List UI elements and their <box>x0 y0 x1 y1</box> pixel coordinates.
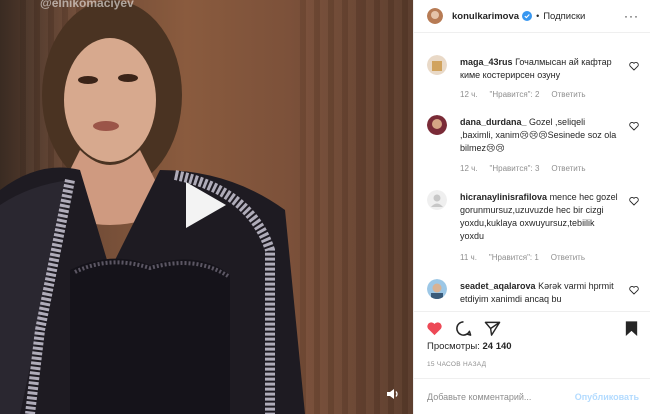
commenter-avatar[interactable] <box>427 55 447 75</box>
post-timestamp[interactable]: 15 ЧАСОВ НАЗАД <box>427 361 486 368</box>
comment-like-icon[interactable] <box>629 61 639 71</box>
post-header: konulkarimova • Подписки ··· <box>414 0 650 33</box>
comment-like-icon[interactable] <box>629 121 639 131</box>
comments-list[interactable]: maga_43rus Гочалмысан ай кафтар киме кос… <box>414 33 650 308</box>
comment-like-icon[interactable] <box>629 196 639 206</box>
comment-meta: 11 ч. "Нравится": 1 Ответить <box>460 253 585 262</box>
publish-button[interactable]: Опубликовать <box>575 392 639 402</box>
video-frame-person <box>0 0 305 414</box>
more-options-icon[interactable]: ··· <box>624 9 639 23</box>
bookmark-filled-icon[interactable] <box>623 320 640 337</box>
comment-time: 11 ч. <box>460 253 477 262</box>
views-label: Просмотры: <box>427 341 480 352</box>
curtain-fold <box>360 0 413 414</box>
video-watermark-text: @elnikomaciyev <box>40 0 134 10</box>
verified-badge-icon <box>522 11 533 21</box>
post-author-username[interactable]: konulkarimova <box>452 11 519 22</box>
commenter-username[interactable]: maga_43rus <box>460 57 513 67</box>
comment-meta: 12 ч. "Нравится": 2 Ответить <box>460 90 586 99</box>
comment-reply-button[interactable]: Ответить <box>551 253 585 262</box>
post-sidebar: konulkarimova • Подписки ··· maga_43rus … <box>413 0 650 414</box>
comment-reply-button[interactable]: Ответить <box>551 90 585 99</box>
comment-text-block: seadet_aqalarova Kərək varmi hprmit etdi… <box>460 280 620 306</box>
play-icon[interactable] <box>176 178 230 232</box>
views-number: 24 140 <box>482 341 512 352</box>
comment-likes-count[interactable]: "Нравится": 1 <box>489 253 539 262</box>
comment-text-block: maga_43rus Гочалмысан ай кафтар киме кос… <box>460 56 620 82</box>
commenter-avatar[interactable] <box>427 279 447 299</box>
commenter-username[interactable]: dana_durdana_ <box>460 117 527 127</box>
speaker-icon[interactable] <box>386 387 400 401</box>
commenter-username[interactable]: hicranaylinisrafilova <box>460 192 547 202</box>
comment-text-block: dana_durdana_ Gozel ,seliqeli ,baximli, … <box>460 116 620 155</box>
following-button[interactable]: Подписки <box>543 11 585 22</box>
comment-likes-count[interactable]: "Нравится": 2 <box>490 90 540 99</box>
comment-likes-count[interactable]: "Нравится": 3 <box>490 164 540 173</box>
comment-input[interactable] <box>427 391 577 402</box>
post-actions-bar <box>414 311 650 341</box>
commenter-avatar[interactable] <box>427 115 447 135</box>
commenter-avatar[interactable] <box>427 190 447 210</box>
comment-reply-button[interactable]: Ответить <box>551 164 585 173</box>
comment-bubble-icon[interactable] <box>455 320 472 337</box>
comment-like-icon[interactable] <box>629 285 639 295</box>
add-comment-bar: Опубликовать <box>414 378 650 414</box>
commenter-username[interactable]: seadet_aqalarova <box>460 281 536 291</box>
views-count[interactable]: Просмотры: 24 140 <box>427 341 512 352</box>
comment-time: 12 ч. <box>460 164 478 173</box>
header-separator: • <box>536 11 540 21</box>
avatar[interactable] <box>427 8 443 24</box>
paper-plane-icon[interactable] <box>484 320 501 337</box>
video-player[interactable]: @elnikomaciyev <box>0 0 413 414</box>
comment-time: 12 ч. <box>460 90 478 99</box>
instagram-post-modal: @elnikomaciyev konulkarimova • Подписки … <box>0 0 650 414</box>
comment-text-block: hicranaylinisrafilova mence hec gozel go… <box>460 191 620 243</box>
heart-filled-icon[interactable] <box>426 320 443 337</box>
comment-meta: 12 ч. "Нравится": 3 Ответить <box>460 164 586 173</box>
